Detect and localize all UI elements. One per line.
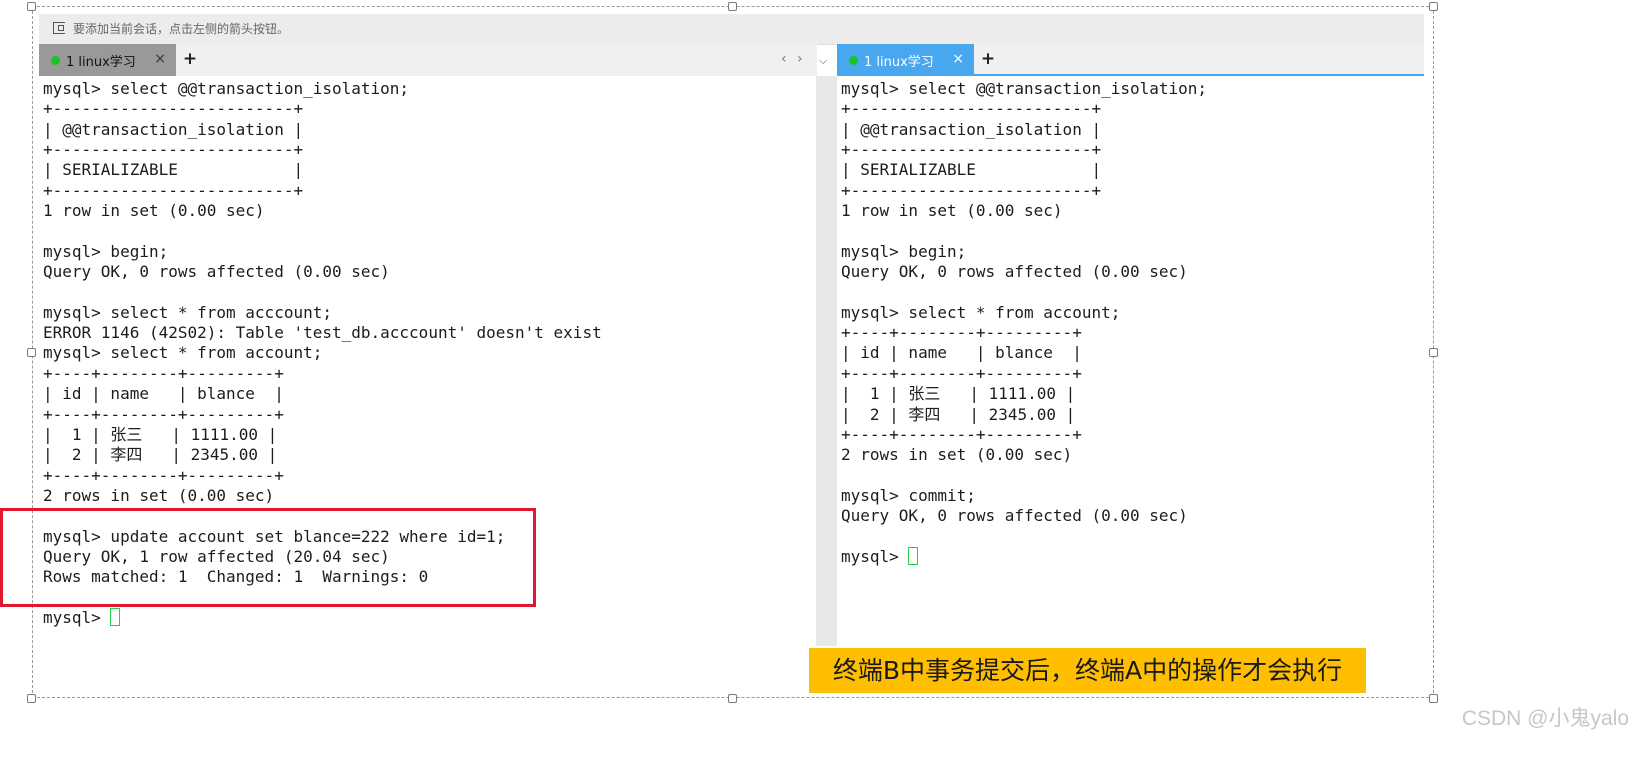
- terminal-line: mysql> select * from account;: [841, 302, 1121, 322]
- terminal-line: 1 row in set (0.00 sec): [841, 201, 1063, 221]
- terminal-line: | @@transaction_isolation |: [841, 119, 1102, 139]
- add-tab-button[interactable]: +: [182, 49, 198, 69]
- terminal-line: | @@transaction_isolation |: [43, 119, 304, 139]
- terminal-line: +----+--------+---------+: [43, 465, 284, 485]
- terminal-line: | id | name | blance |: [43, 384, 284, 404]
- terminal-line: +----+--------+---------+: [841, 363, 1082, 383]
- resize-handle[interactable]: [27, 348, 36, 357]
- cursor-icon: [110, 607, 121, 626]
- terminal-output[interactable]: mysql> select @@transaction_isolation; +-…: [837, 76, 1424, 646]
- resize-handle[interactable]: [1429, 694, 1438, 703]
- add-tab-button[interactable]: +: [980, 49, 996, 69]
- connected-status-icon: [51, 55, 60, 65]
- chevron-right-icon[interactable]: ›: [797, 51, 803, 67]
- terminal-line: mysql> begin;: [43, 241, 169, 261]
- terminal-line: mysql> select * from account;: [43, 343, 323, 363]
- terminal-line: +-------------------------+: [43, 180, 304, 200]
- session-hint-bar: 要添加当前会话，点击左侧的箭头按钮。: [39, 14, 1424, 45]
- terminal-line: mysql> select * from acccount;: [43, 302, 332, 322]
- tab-linux-b[interactable]: 1 linux学习 ×: [837, 44, 974, 76]
- terminal-pane-b: 1 linux学习 × + mysql> select @@transactio…: [837, 44, 1424, 646]
- highlight-box: [0, 508, 536, 607]
- terminal-line: mysql> select @@transaction_isolation;: [841, 79, 1208, 98]
- terminal-line: mysql> begin;: [841, 241, 967, 261]
- prompt-line[interactable]: mysql>: [43, 607, 817, 628]
- resize-handle[interactable]: [728, 694, 737, 703]
- terminal-line: | SERIALIZABLE |: [841, 160, 1102, 180]
- terminal-line: Query OK, 0 rows affected (0.00 sec): [841, 262, 1188, 282]
- terminal-line: +-------------------------+: [43, 140, 304, 160]
- terminal-line: Query OK, 0 rows affected (0.00 sec): [841, 506, 1188, 526]
- terminal-line: +----+--------+---------+: [43, 363, 284, 383]
- terminal-line: 2 rows in set (0.00 sec): [43, 485, 275, 505]
- prompt-text: mysql>: [43, 607, 111, 627]
- add-session-icon[interactable]: [53, 22, 65, 34]
- resize-handle[interactable]: [728, 2, 737, 11]
- terminal-line: 2 rows in set (0.00 sec): [841, 445, 1073, 465]
- terminal-line: | 1 | 张三 | 1111.00 |: [841, 384, 1076, 404]
- terminal-line: mysql> select @@transaction_isolation;: [43, 79, 410, 98]
- prompt-line[interactable]: mysql>: [841, 546, 1424, 567]
- prompt-text: mysql>: [841, 546, 909, 566]
- tab-bar: 1 linux学习 × + ‹ › ⌵: [39, 44, 827, 76]
- terminal-line: +-------------------------+: [43, 99, 304, 119]
- tab-bar: 1 linux学习 × +: [837, 44, 1424, 76]
- terminal-line: +----+--------+---------+: [841, 323, 1082, 343]
- scrollbar[interactable]: [816, 76, 837, 646]
- terminal-line: ERROR 1146 (42S02): Table 'test_db.accco…: [43, 323, 602, 343]
- connected-status-icon: [849, 55, 858, 65]
- terminal-line: +-------------------------+: [841, 140, 1102, 160]
- terminal-line: +-------------------------+: [841, 180, 1102, 200]
- tab-label: 1 linux学习: [864, 54, 934, 70]
- tab-label: 1 linux学习: [66, 54, 136, 70]
- terminal-line: | id | name | blance |: [841, 343, 1082, 363]
- terminal-line: | SERIALIZABLE |: [43, 160, 304, 180]
- chevron-down-icon[interactable]: ⌵: [819, 53, 827, 69]
- terminal-line: +----+--------+---------+: [841, 424, 1082, 444]
- resize-handle[interactable]: [1429, 2, 1438, 11]
- annotation-label: 终端B中事务提交后，终端A中的操作才会执行: [809, 648, 1366, 693]
- terminal-line: Query OK, 0 rows affected (0.00 sec): [43, 262, 390, 282]
- resize-handle[interactable]: [27, 2, 36, 11]
- close-icon[interactable]: ×: [154, 52, 166, 66]
- terminal-line: | 2 | 李四 | 2345.00 |: [43, 445, 278, 465]
- hint-text: 要添加当前会话，点击左侧的箭头按钮。: [73, 22, 290, 36]
- tab-linux-a[interactable]: 1 linux学习 ×: [39, 44, 176, 76]
- terminal-line: | 1 | 张三 | 1111.00 |: [43, 424, 278, 444]
- close-icon[interactable]: ×: [952, 52, 964, 66]
- resize-handle[interactable]: [27, 694, 36, 703]
- terminal-line: mysql> commit;: [841, 485, 976, 505]
- resize-handle[interactable]: [1429, 348, 1438, 357]
- chevron-left-icon[interactable]: ‹: [781, 51, 787, 67]
- terminal-line: | 2 | 李四 | 2345.00 |: [841, 404, 1076, 424]
- terminal-line: +----+--------+---------+: [43, 404, 284, 424]
- terminal-line: 1 row in set (0.00 sec): [43, 201, 265, 221]
- cursor-icon: [908, 546, 919, 565]
- watermark: CSDN @小鬼yalo: [1461, 707, 1629, 730]
- terminal-line: +-------------------------+: [841, 99, 1102, 119]
